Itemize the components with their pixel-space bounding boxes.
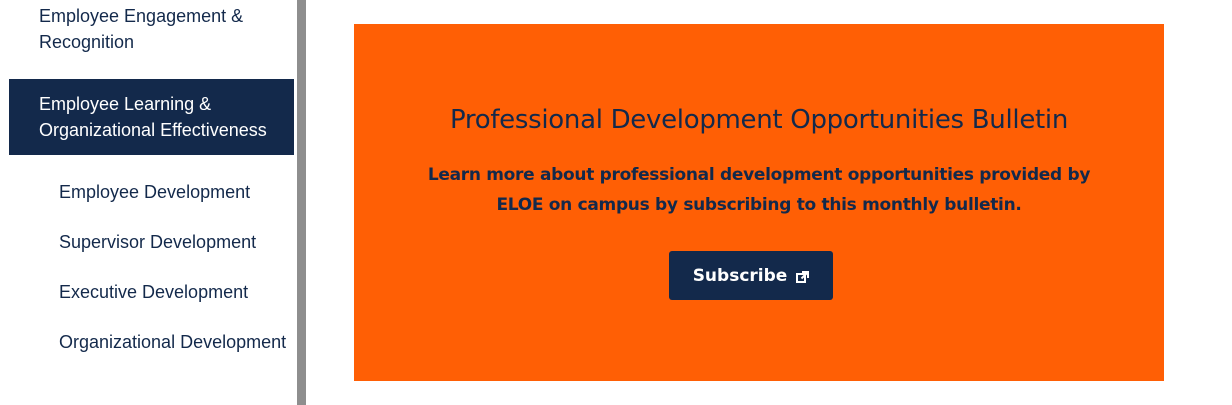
sidebar-subitem-executive-development[interactable]: Executive Development — [59, 279, 289, 305]
banner-description: Learn more about professional developmen… — [427, 165, 1091, 215]
sidebar-nav: Employee Engagement & Recognition Employ… — [0, 0, 297, 405]
page: Employee Engagement & Recognition Employ… — [0, 0, 1232, 405]
subscribe-button-label: Subscribe — [692, 265, 788, 286]
sidebar-subitem-organizational-development[interactable]: Organizational Development — [59, 329, 289, 355]
subscribe-button[interactable]: Subscribe — [669, 251, 833, 300]
banner-title: Professional Development Opportunities B… — [449, 105, 1069, 135]
bulletin-banner: Professional Development Opportunities B… — [354, 24, 1164, 381]
sidebar-item-label: Employee Learning & Organizational Effec… — [39, 94, 267, 140]
sidebar-item-employee-engagement-recognition[interactable]: Employee Engagement & Recognition — [39, 3, 289, 55]
sidebar-subitem-employee-development[interactable]: Employee Development — [59, 179, 289, 205]
external-link-icon — [796, 269, 810, 283]
sidebar-divider — [297, 0, 306, 405]
sidebar-item-employee-learning-organizational-effectiveness[interactable]: Employee Learning & Organizational Effec… — [9, 79, 294, 155]
sidebar-subitem-supervisor-development[interactable]: Supervisor Development — [59, 229, 289, 255]
